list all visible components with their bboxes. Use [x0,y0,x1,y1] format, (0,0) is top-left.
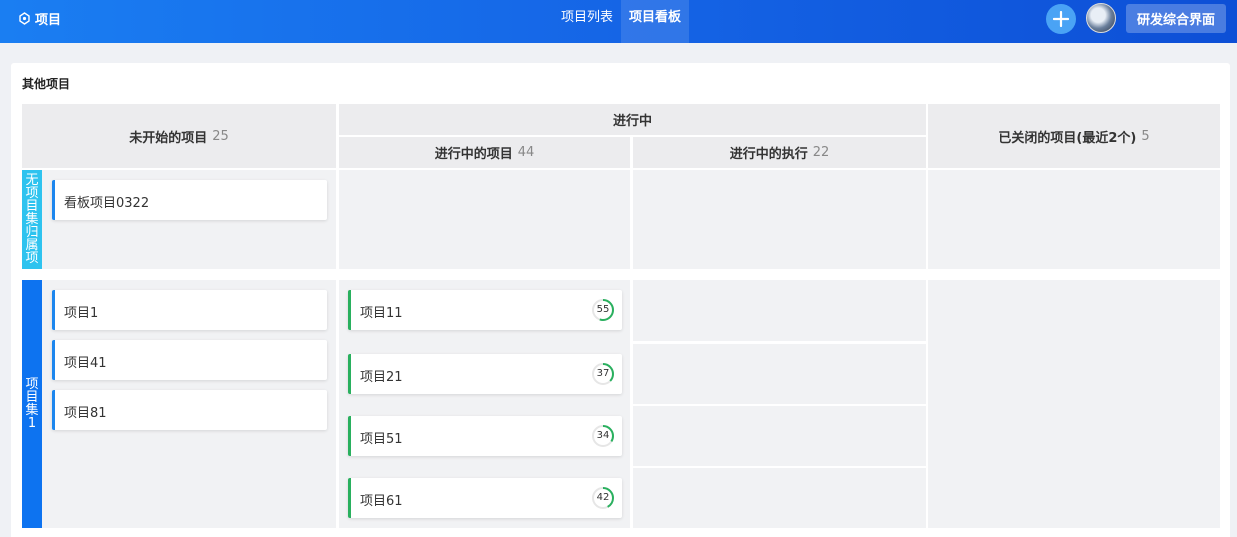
column-label: 进行中的执行 [729,147,808,162]
switch-workspace-button[interactable]: 研发综合界面 [1126,4,1226,33]
row-label-program-1: 项目集1 [22,280,42,528]
progress-ring: 55 [591,298,615,322]
brand-label: 项目 [35,13,62,28]
project-name: 项目81 [64,406,107,421]
project-card[interactable]: 看板项目0322 [52,180,327,220]
project-card[interactable]: 项目21 37 [348,354,622,394]
tab-project-list[interactable]: 项目列表 [553,0,621,43]
plus-icon [1053,11,1069,27]
lane-executions-row2-1 [633,280,926,341]
top-nav: 项目列表 项目看板 [553,0,690,43]
lane-executions-row2-4 [633,468,926,528]
tab-project-kanban[interactable]: 项目看板 [621,0,690,43]
project-card[interactable]: 项目61 42 [348,478,622,518]
user-avatar[interactable] [1086,3,1116,33]
column-header-in-progress-projects: 进行中的项目 44 [339,137,630,168]
column-label: 已关闭的项目(最近2个) [998,130,1137,146]
project-icon [19,12,30,25]
progress-ring: 37 [591,362,615,386]
lane-executions-row2-3 [633,406,926,466]
row-label-no-program: 无项目集归属项 [22,170,42,269]
lane-in-progress-row1 [339,170,630,269]
brand[interactable]: 项目 [18,9,61,28]
group-label: 进行中 [612,114,652,129]
lane-closed-row1 [928,170,1220,269]
progress-value: 42 [596,492,610,503]
lane-executions-row2-2 [633,344,926,404]
column-count: 25 [212,128,229,144]
progress-ring: 34 [591,424,615,448]
progress-ring: 42 [591,486,615,510]
progress-value: 37 [596,368,610,379]
progress-value: 34 [596,430,610,441]
project-card[interactable]: 项目1 [52,290,327,330]
project-name: 看板项目0322 [64,196,150,211]
project-name: 项目51 [360,432,403,447]
column-count: 44 [517,145,535,160]
column-header-closed: 已关闭的项目(最近2个) 5 [928,104,1220,168]
top-header: 项目 项目列表 项目看板 研发综合界面 [0,0,1237,43]
project-name: 项目21 [360,370,403,385]
project-card[interactable]: 项目51 34 [348,416,622,456]
column-label: 未开始的项目 [129,130,208,146]
project-name: 项目1 [64,306,99,321]
column-label: 进行中的项目 [434,147,513,162]
board-title: 其他项目 [22,77,71,91]
add-button[interactable] [1046,4,1076,34]
column-group-header-in-progress: 进行中 [339,104,926,135]
row-label-text: 无项目集归属项 [25,173,39,266]
column-count: 5 [1141,128,1150,144]
lane-closed-row2 [928,280,1220,528]
lane-executions-row1 [633,170,926,269]
project-card[interactable]: 项目11 55 [348,290,622,330]
kanban-panel: 其他项目 未开始的项目 25 进行中 进行中的项目 44 进行中的执行 22 已关闭的… [11,63,1230,537]
column-header-not-started: 未开始的项目 25 [22,104,336,168]
project-name: 项目41 [64,356,107,371]
row-label-text: 项目集1 [25,377,39,431]
progress-value: 55 [596,304,610,315]
project-card[interactable]: 项目41 [52,340,327,380]
column-count: 22 [812,145,830,160]
column-header-in-progress-executions: 进行中的执行 22 [633,137,926,168]
project-name: 项目11 [360,306,403,321]
project-card[interactable]: 项目81 [52,390,327,430]
project-name: 项目61 [360,494,403,509]
